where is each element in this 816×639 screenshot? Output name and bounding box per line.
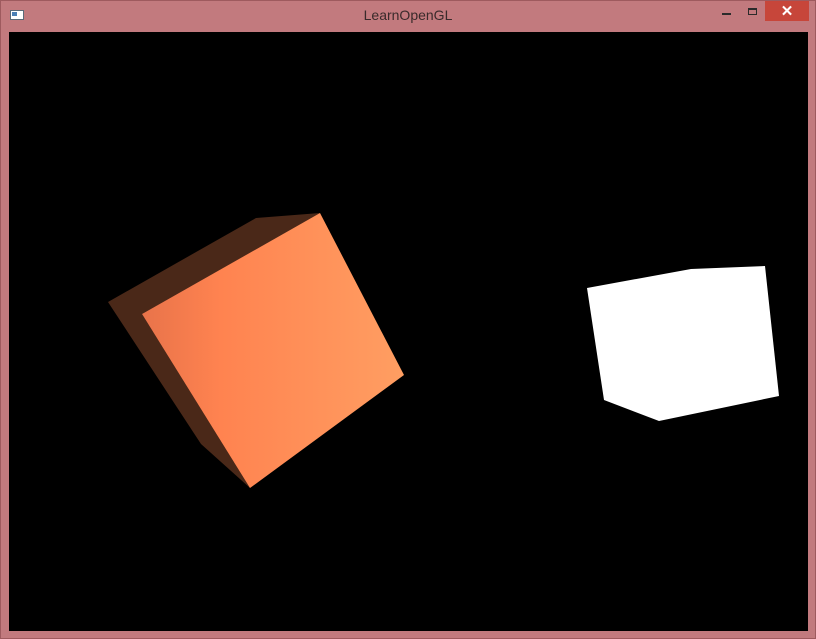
- minimize-button[interactable]: [713, 1, 739, 21]
- minimize-icon: [721, 13, 731, 15]
- scene-canvas: [108, 213, 779, 488]
- opengl-viewport[interactable]: [9, 32, 808, 631]
- maximize-icon: [747, 7, 757, 15]
- maximize-button[interactable]: [739, 1, 765, 21]
- close-icon: ✕: [780, 3, 794, 20]
- app-window: LearnOpenGL ✕: [0, 0, 816, 639]
- window-title: LearnOpenGL: [363, 7, 453, 23]
- light-source-cube: [587, 266, 779, 421]
- lit-cube-front-face: [142, 213, 404, 488]
- title-bar[interactable]: LearnOpenGL ✕: [1, 1, 815, 31]
- close-button[interactable]: ✕: [765, 1, 809, 21]
